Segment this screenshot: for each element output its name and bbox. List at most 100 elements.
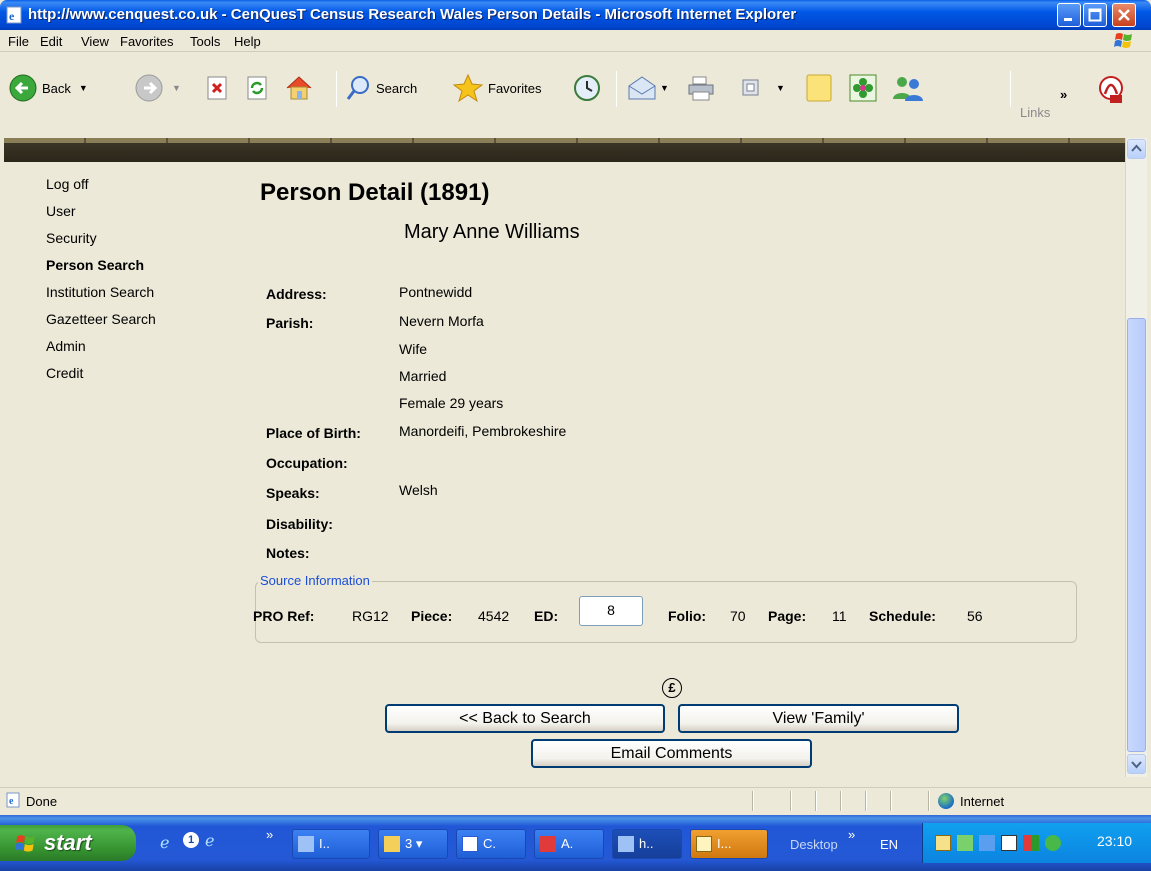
- back-dropdown-icon[interactable]: ▼: [79, 83, 88, 93]
- contacts-button[interactable]: [890, 63, 926, 113]
- forward-dropdown-icon[interactable]: ▼: [172, 83, 181, 93]
- task-button-5[interactable]: h..: [612, 829, 682, 859]
- quicklaunch-overflow-icon[interactable]: »: [266, 827, 273, 842]
- menu-tools[interactable]: Tools: [190, 34, 220, 49]
- home-button[interactable]: [284, 63, 314, 113]
- close-button[interactable]: [1112, 3, 1136, 27]
- system-tray: 23:10: [922, 823, 1151, 863]
- page-value: 11: [832, 608, 847, 624]
- back-to-search-button[interactable]: << Back to Search: [385, 704, 665, 733]
- status-text: Done: [26, 794, 58, 809]
- favorites-button[interactable]: Favorites: [452, 63, 541, 113]
- tray-icon-2[interactable]: [957, 835, 973, 851]
- search-label: Search: [376, 80, 418, 96]
- ie-quicklaunch-icon[interactable]: ℯ: [160, 833, 169, 853]
- tray-icon-4[interactable]: [1001, 835, 1017, 851]
- task-button-6[interactable]: I...: [690, 829, 768, 859]
- pdf-button[interactable]: [1096, 75, 1126, 105]
- desktop-toolbar-label[interactable]: Desktop: [790, 837, 838, 852]
- tray-icon-6[interactable]: [1045, 835, 1061, 851]
- back-arrow-icon: [9, 74, 37, 102]
- quicklaunch-1-icon[interactable]: 1: [183, 832, 199, 848]
- print-button[interactable]: [686, 63, 716, 113]
- people-icon: [893, 77, 923, 101]
- nav-admin[interactable]: Admin: [46, 336, 156, 363]
- edit-button[interactable]: ▼: [740, 63, 785, 113]
- ie-task-icon: [618, 836, 634, 852]
- piece-label: Piece:: [411, 608, 453, 624]
- menu-edit[interactable]: Edit: [40, 34, 62, 49]
- start-button[interactable]: start: [0, 825, 136, 861]
- sex-age-value: Female 29 years: [399, 395, 504, 411]
- menu-file[interactable]: File: [8, 34, 29, 49]
- favorites-label: Favorites: [488, 80, 542, 96]
- edit-dropdown-icon[interactable]: ▼: [776, 83, 785, 93]
- disability-label: Disability:: [266, 516, 333, 532]
- menu-help[interactable]: Help: [234, 34, 261, 49]
- site-header-strip: [4, 138, 1125, 162]
- folio-value: 70: [730, 608, 746, 624]
- acrobat-icon: [1099, 76, 1123, 103]
- language-indicator[interactable]: EN: [880, 837, 898, 852]
- tray-icon-5[interactable]: [1023, 835, 1039, 851]
- clock[interactable]: 23:10: [1097, 833, 1132, 849]
- ed-value-field[interactable]: 8: [579, 596, 643, 626]
- nav-credit[interactable]: Credit: [46, 363, 156, 390]
- pro-ref-label: PRO Ref:: [253, 608, 315, 624]
- vertical-scrollbar[interactable]: [1125, 138, 1147, 777]
- refresh-icon: [247, 76, 267, 100]
- scroll-up-button[interactable]: [1127, 139, 1146, 159]
- history-button[interactable]: [572, 63, 602, 113]
- messenger-button[interactable]: [848, 63, 878, 113]
- mail-dropdown-icon[interactable]: ▼: [660, 83, 669, 93]
- tray-icon-3[interactable]: [979, 835, 995, 851]
- nav-user[interactable]: User: [46, 201, 156, 228]
- windows-flag-icon: [1114, 33, 1132, 48]
- home-icon: [286, 76, 312, 100]
- svg-text:e: e: [9, 9, 15, 23]
- mail-icon: [628, 76, 656, 100]
- minimize-button[interactable]: [1057, 3, 1081, 27]
- svg-text:e: e: [9, 796, 14, 807]
- search-button[interactable]: Search: [346, 63, 417, 113]
- desktop-overflow-icon[interactable]: »: [848, 827, 855, 842]
- task-button-3[interactable]: C.: [456, 829, 526, 859]
- menu-view[interactable]: View: [81, 34, 109, 49]
- page-done-icon: e: [6, 792, 20, 808]
- title-bar[interactable]: e http://www.cenquest.co.uk - CenQuesT C…: [0, 0, 1151, 30]
- view-family-button[interactable]: View 'Family': [678, 704, 959, 733]
- task-button-4[interactable]: A.: [534, 829, 604, 859]
- scroll-down-button[interactable]: [1127, 754, 1146, 774]
- ed-label: ED:: [534, 608, 559, 624]
- mail-button[interactable]: ▼: [626, 63, 669, 113]
- task-1-icon: [298, 836, 314, 852]
- pound-icon[interactable]: £: [662, 678, 682, 698]
- nav-person-search[interactable]: Person Search: [46, 255, 156, 282]
- email-comments-button[interactable]: Email Comments: [531, 739, 812, 768]
- search-icon: [346, 76, 369, 100]
- menu-favorites[interactable]: Favorites: [120, 34, 173, 49]
- toolbar-overflow-icon[interactable]: »: [1060, 87, 1067, 102]
- status-bar: e Done Internet: [0, 787, 1151, 813]
- toolbar: Back ▼ ▼ Search Favorites ▼ ▼ » Links: [0, 53, 1151, 137]
- favorites-star-icon: [452, 73, 484, 103]
- windows-logo-icon: [15, 835, 35, 852]
- discuss-button[interactable]: [804, 63, 834, 113]
- refresh-button[interactable]: [246, 63, 270, 113]
- stop-button[interactable]: [206, 63, 230, 113]
- scroll-thumb[interactable]: [1127, 318, 1146, 752]
- forward-button[interactable]: ▼: [134, 63, 181, 113]
- maximize-button[interactable]: [1083, 3, 1107, 27]
- nav-institution-search[interactable]: Institution Search: [46, 282, 156, 309]
- links-label[interactable]: Links: [1020, 105, 1050, 120]
- nav-log-off[interactable]: Log off: [46, 174, 156, 201]
- back-button[interactable]: Back ▼: [8, 63, 88, 113]
- speaks-label: Speaks:: [266, 485, 320, 501]
- quicklaunch-2-icon[interactable]: ℯ: [205, 831, 214, 851]
- task-button-2[interactable]: 3 ▾: [378, 829, 448, 859]
- task-button-1[interactable]: I..: [292, 829, 370, 859]
- tray-icon-1[interactable]: [935, 835, 951, 851]
- nav-gazetteer-search[interactable]: Gazetteer Search: [46, 309, 156, 336]
- nav-security[interactable]: Security: [46, 228, 156, 255]
- word-icon: [462, 836, 478, 852]
